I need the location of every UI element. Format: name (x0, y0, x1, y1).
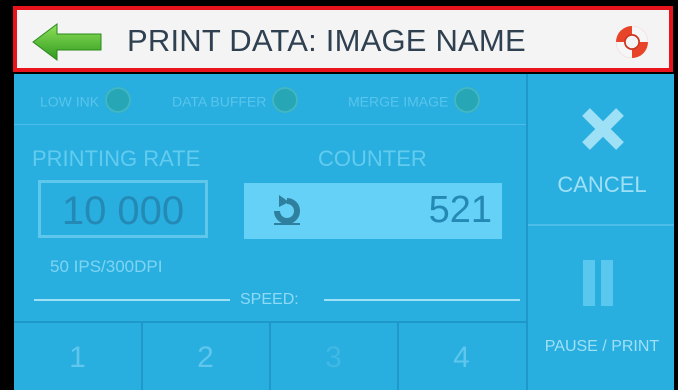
counter-reset-button[interactable] (270, 195, 304, 227)
help-button[interactable] (613, 23, 651, 61)
page-title: PRINT DATA: IMAGE NAME (127, 23, 526, 58)
status-low-ink: LOW INK (40, 87, 132, 116)
speed-option-label: 1 (69, 341, 86, 374)
header-bar: PRINT DATA: IMAGE NAME (13, 6, 673, 72)
printing-rate-label: PRINTING RATE (32, 146, 201, 171)
speed-option-label: 2 (197, 341, 214, 374)
cancel-label: CANCEL (557, 172, 647, 197)
speed-option-1[interactable]: 1 (14, 323, 143, 390)
counter-label: COUNTER (318, 146, 427, 171)
printing-rate-input[interactable]: 10 000 (38, 180, 208, 238)
speed-divider-left (34, 299, 230, 301)
speed-option-3[interactable]: 3 (270, 323, 399, 390)
close-icon (582, 108, 624, 150)
speed-label: SPEED: (240, 291, 299, 308)
status-label: MERGE IMAGE (348, 93, 449, 110)
low-ink-indicator (105, 87, 132, 113)
action-column: CANCEL PAUSE / PRINT (526, 74, 674, 390)
back-button[interactable] (31, 22, 103, 62)
speed-option-4[interactable]: 4 (398, 323, 525, 390)
status-label: LOW INK (40, 93, 100, 110)
counter-value: 521 (428, 189, 492, 231)
app-window: PRINT DATA: IMAGE NAME LOW INK DATA BUFF… (0, 0, 678, 390)
printing-rate-value: 10 000 (61, 189, 185, 233)
status-data-buffer: DATA BUFFER (172, 87, 299, 116)
speed-selector: 1 2 3 4 (14, 321, 526, 390)
speed-option-label: 4 (453, 341, 470, 374)
speed-option-label: 3 (325, 341, 342, 374)
pause-print-label: PAUSE / PRINT (544, 338, 660, 355)
speed-option-2[interactable]: 2 (142, 323, 271, 390)
lifebuoy-icon (616, 26, 648, 58)
cancel-button[interactable]: CANCEL (528, 74, 674, 226)
print-panel: LOW INK DATA BUFFER MERGE IMAGE PRINTING… (14, 74, 674, 390)
speed-divider-right (324, 299, 520, 301)
reset-icon (274, 195, 300, 225)
status-merge-image: MERGE IMAGE (348, 87, 481, 116)
back-arrow-icon (32, 23, 102, 61)
status-label: DATA BUFFER (172, 93, 267, 110)
counter-display: 521 (244, 183, 502, 239)
pause-icon (583, 260, 619, 311)
printing-rate-info: 50 IPS/300DPI (50, 257, 163, 276)
status-bar: LOW INK DATA BUFFER MERGE IMAGE (14, 74, 526, 125)
data-buffer-indicator (272, 87, 299, 113)
merge-image-indicator (454, 87, 481, 113)
pause-print-button[interactable]: PAUSE / PRINT (528, 226, 674, 390)
